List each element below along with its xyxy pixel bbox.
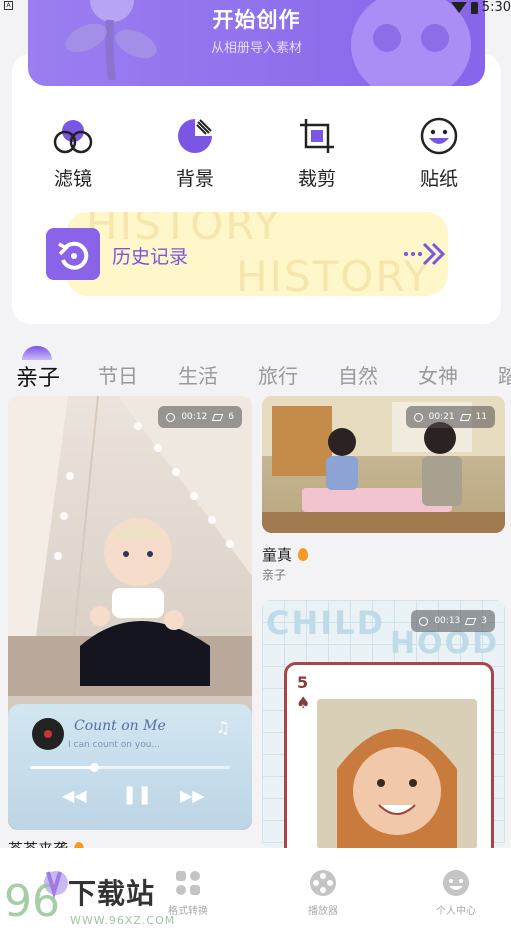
tab-life[interactable]: 生活: [178, 360, 218, 389]
nav-profile[interactable]: 个人中心: [406, 868, 506, 917]
status-right: 5:30: [450, 0, 511, 15]
child-photo: [317, 699, 477, 849]
tool-background[interactable]: 背景: [155, 116, 235, 191]
card-title-text: 童真: [262, 546, 293, 564]
layers-count: 6: [228, 412, 234, 422]
layers-icon: [464, 617, 477, 625]
nav-label: 个人中心: [436, 906, 476, 917]
decor-word: CHILD: [266, 604, 386, 642]
duration-badge: 00:13 3: [411, 610, 495, 632]
site-watermark: 96 下载站 WWW.96XZ.COM: [4, 866, 224, 932]
tab-more[interactable]: 踏: [498, 360, 511, 389]
clock-icon: [166, 412, 176, 422]
template-card[interactable]: 00:21 11: [262, 396, 505, 533]
next-icon[interactable]: ▶▶: [180, 786, 205, 805]
sticker-icon: [420, 117, 458, 155]
duration-text: 00:12: [181, 412, 208, 422]
duration-badge: 00:21 11: [405, 406, 495, 428]
clock-icon: [413, 412, 423, 422]
notification-icon: A: [4, 1, 13, 10]
duration-badge: 00:12 6: [158, 406, 242, 428]
playing-card-frame: 5 ♠: [284, 662, 494, 850]
background-icon: [178, 119, 212, 153]
layers-count: 11: [475, 412, 487, 422]
music-note-icon: ♫: [215, 718, 230, 737]
hero-subtitle: 从相册导入素材: [210, 41, 302, 56]
tool-crop[interactable]: 裁剪: [277, 116, 357, 191]
baby-photo: [80, 518, 210, 686]
clock-icon: [419, 616, 429, 626]
active-tab-indicator: [22, 346, 52, 360]
tab-travel[interactable]: 旅行: [258, 360, 298, 389]
song-progress[interactable]: [30, 763, 230, 772]
history-button[interactable]: HISTORY HISTORY 历史记录: [46, 212, 448, 296]
tab-goddess[interactable]: 女神: [418, 360, 458, 389]
card-number: 5: [297, 673, 309, 692]
layers-count: 3: [481, 616, 487, 626]
music-player: Count on Me I can count on you... ♫ ◀◀ ❚…: [8, 704, 252, 830]
layers-icon: [211, 413, 224, 421]
progress-fill: [30, 766, 94, 769]
progress-knob[interactable]: [90, 763, 99, 772]
tool-filter[interactable]: 滤镜: [33, 116, 113, 191]
more-arrow-icon: [404, 242, 446, 266]
tool-label: 滤镜: [53, 168, 92, 190]
card-title: 童真: [262, 544, 309, 565]
status-bar: A 5:30: [0, 0, 511, 15]
watermark-text: 下载站: [68, 877, 156, 910]
tab-festival[interactable]: 节日: [98, 360, 138, 389]
tool-label: 背景: [175, 168, 214, 190]
nav-label: 播放器: [308, 906, 338, 917]
tool-label: 裁剪: [297, 168, 336, 190]
player-icon: [310, 870, 336, 896]
profile-icon: [443, 870, 469, 896]
tool-label: 贴纸: [419, 168, 458, 190]
duration-text: 00:21: [428, 412, 455, 422]
tab-nature[interactable]: 自然: [338, 360, 378, 389]
duration-text: 00:13: [434, 616, 461, 626]
song-subtitle: I can count on you...: [68, 740, 160, 750]
category-tabs: 亲子 节日 生活 旅行 自然 女神 踏: [0, 346, 511, 392]
vinyl-disc-icon: [32, 718, 64, 750]
watermark-url: WWW.96XZ.COM: [70, 914, 176, 927]
history-icon: [46, 228, 100, 280]
signal-icon: [450, 2, 467, 13]
card-category: 亲子: [262, 568, 287, 582]
tab-family[interactable]: 亲子: [16, 360, 60, 392]
status-time: 5:30: [481, 0, 511, 15]
template-card[interactable]: 00:12 6 Count on Me I can count on you..…: [8, 396, 252, 830]
song-title: Count on Me: [74, 718, 166, 734]
history-label: 历史记录: [112, 246, 189, 268]
layers-icon: [459, 413, 471, 421]
tool-sticker[interactable]: 贴纸: [399, 116, 479, 191]
watermark-logo-icon: 96: [4, 871, 62, 927]
battery-icon: [470, 1, 478, 14]
nav-player[interactable]: 播放器: [273, 868, 373, 917]
crop-icon: [300, 119, 334, 153]
pause-icon[interactable]: ❚❚: [122, 784, 152, 805]
template-card[interactable]: CHILD HOOD 5 ♠ 00:13 3: [262, 600, 505, 850]
hot-flame-icon: [298, 548, 309, 561]
previous-icon[interactable]: ◀◀: [62, 786, 87, 805]
spade-icon: ♠: [296, 693, 311, 712]
filter-icon: [53, 120, 93, 154]
